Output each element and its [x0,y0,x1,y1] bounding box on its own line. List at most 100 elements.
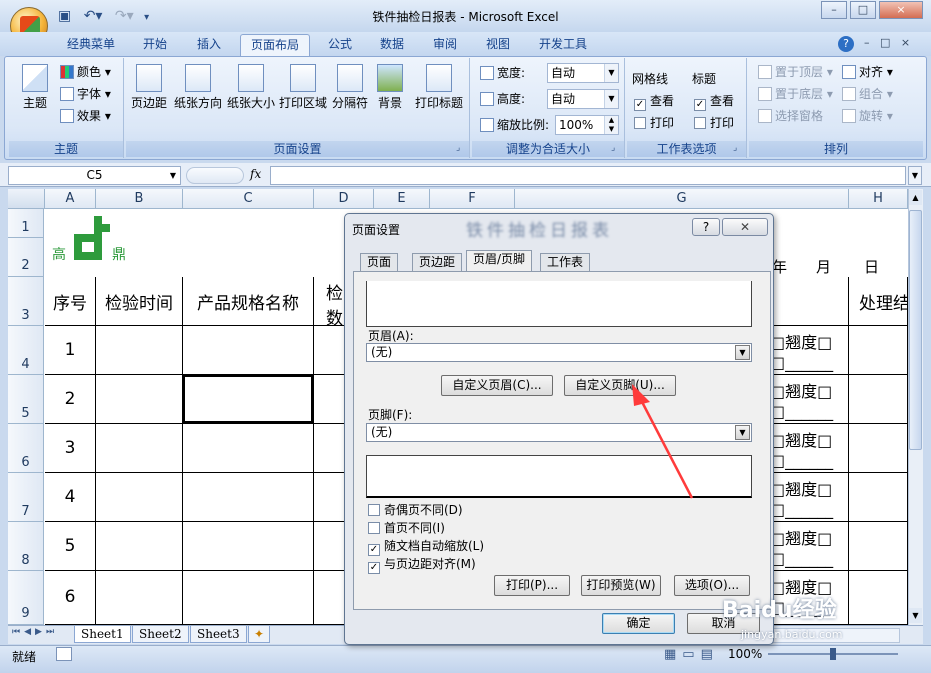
handling-cell-1[interactable] [849,326,908,375]
time-cell-2[interactable] [96,375,183,424]
custom-header-button[interactable]: 自定义页眉(C)... [441,375,553,396]
scale-spinner[interactable]: 100% ▲ ▼ [555,115,619,135]
header-inspect-qty[interactable]: 检 数 [314,277,346,329]
height-select[interactable]: 自动 ▼ [547,89,619,109]
col-header-h[interactable]: H [849,189,908,209]
handling-cell-5[interactable] [849,522,908,571]
handling-cell-2[interactable] [849,375,908,424]
headings-view-checkbox[interactable]: ✓ 查看 [694,92,734,111]
col-header-f[interactable]: F [430,189,515,209]
background-button[interactable]: 背景 [372,64,408,111]
time-cell-5[interactable] [96,522,183,571]
row-header-5[interactable]: 5 [8,375,44,424]
tab-developer[interactable]: 开发工具 [528,34,598,56]
header-product-name[interactable]: 产品规格名称 [183,277,314,326]
col-header-a[interactable]: A [45,189,96,209]
headings-print-checkbox[interactable]: 打印 [694,114,734,132]
scroll-down-icon[interactable]: ▼ [909,608,922,623]
tab-view[interactable]: 视图 [476,34,520,56]
ok-button[interactable]: 确定 [602,613,675,634]
time-cell-3[interactable] [96,424,183,473]
dialog-close-button[interactable]: ✕ [722,218,768,236]
margins-button[interactable]: 页边距 [128,64,170,111]
tab-review[interactable]: 审阅 [422,34,468,56]
seq-cell-1[interactable]: 1 [45,326,96,375]
group-button[interactable]: 组合 ▾ [842,85,893,103]
qty-cell-4[interactable] [314,473,346,522]
name-box[interactable]: C5 ▼ [8,166,181,185]
row-header-2[interactable]: 2 [8,238,44,277]
qty-cell-5[interactable] [314,522,346,571]
help-icon[interactable]: ? [838,36,854,52]
dialog-tab-margins[interactable]: 页边距 [412,253,463,272]
theme-colors-button[interactable]: 颜色 ▾ [60,63,111,81]
orientation-button[interactable]: 纸张方向 [172,64,224,111]
rotate-button[interactable]: 旋转 ▾ [842,107,893,125]
time-cell-1[interactable] [96,326,183,375]
minimize-button[interactable]: – [821,1,847,19]
tab-formulas[interactable]: 公式 [318,34,362,56]
dialog-tab-page[interactable]: 页面 [360,253,399,272]
check-cell-4[interactable]: □翘度□ □______ [770,473,849,522]
ribbon-window-controls[interactable]: – □ × [864,36,910,49]
dialog-tab-header-footer[interactable]: 页眉/页脚 [466,250,533,272]
handling-cell-4[interactable] [849,473,908,522]
col-header-g[interactable]: G [515,189,849,209]
first-page-checkbox[interactable]: 首页不同(I) [368,520,445,536]
gridlines-view-checkbox[interactable]: ✓ 查看 [634,92,674,111]
scroll-thumb[interactable] [909,210,922,450]
qty-cell-1[interactable] [314,326,346,375]
gridlines-print-checkbox[interactable]: 打印 [634,114,674,132]
size-button[interactable]: 纸张大小 [226,64,276,111]
print-area-button[interactable]: 打印区域 [278,64,328,111]
select-all-corner[interactable] [8,189,45,209]
sheet-nav-arrows-icon[interactable]: ⏮◀▶⏭ [12,627,58,637]
product-cell-2-selected[interactable] [183,375,314,424]
page-setup-launcher-icon[interactable]: ⌟ [456,143,460,153]
print-preview-button[interactable]: 打印预览(W) [581,575,661,596]
qty-cell-6[interactable] [314,571,346,625]
spinner-icon[interactable]: ▲ ▼ [604,116,618,134]
theme-fonts-button[interactable]: 字体 ▾ [60,85,111,103]
formula-bar-resize-handle[interactable] [186,167,244,184]
time-cell-6[interactable] [96,571,183,625]
handling-cell-3[interactable] [849,424,908,473]
row-header-8[interactable]: 8 [8,522,44,571]
insert-function-icon[interactable]: fx [250,167,261,181]
time-cell-4[interactable] [96,473,183,522]
seq-cell-2[interactable]: 2 [45,375,96,424]
col-header-d[interactable]: D [314,189,374,209]
product-cell-5[interactable] [183,522,314,571]
print-titles-button[interactable]: 打印标题 [412,64,466,111]
tab-page-layout[interactable]: 页面布局 [240,34,310,56]
tab-home[interactable]: 开始 [132,34,178,56]
check-cell-1[interactable]: □翘度□ □______ [770,326,849,375]
scale-with-doc-checkbox[interactable]: ✓ 随文档自动缩放(L) [368,538,484,556]
col-header-c[interactable]: C [183,189,314,209]
themes-button[interactable]: 主题 [14,64,56,111]
row-header-4[interactable]: 4 [8,326,44,375]
tab-insert[interactable]: 插入 [186,34,232,56]
dialog-tab-sheet[interactable]: 工作表 [540,253,591,272]
bring-to-front-button[interactable]: 置于顶层 ▾ [758,63,833,81]
sheet-tab-1[interactable]: Sheet1 [74,626,131,643]
tab-classic-menu[interactable]: 经典菜单 [58,34,124,56]
sheet-tab-2[interactable]: Sheet2 [132,626,189,643]
breaks-button[interactable]: 分隔符 [330,64,370,111]
row-header-7[interactable]: 7 [8,473,44,522]
header-seq[interactable]: 序号 [45,277,96,326]
col-header-b[interactable]: B [96,189,183,209]
expand-formula-bar-icon[interactable]: ▼ [908,166,922,185]
row-header-9[interactable]: 9 [8,571,44,625]
selection-pane-button[interactable]: 选择窗格 [758,107,823,125]
zoom-level[interactable]: 100% [728,647,762,661]
print-button[interactable]: 打印(P)... [494,575,570,596]
close-button[interactable]: × [879,1,923,19]
col-header-e[interactable]: E [374,189,430,209]
zoom-slider-thumb[interactable] [830,648,836,660]
sheet-options-launcher-icon[interactable]: ⌟ [733,143,737,153]
send-to-back-button[interactable]: 置于底层 ▾ [758,85,833,103]
header-g-cell[interactable] [770,277,849,326]
scroll-up-icon[interactable]: ▲ [909,190,922,205]
align-margins-checkbox[interactable]: ✓ 与页边距对齐(M) [368,556,476,574]
